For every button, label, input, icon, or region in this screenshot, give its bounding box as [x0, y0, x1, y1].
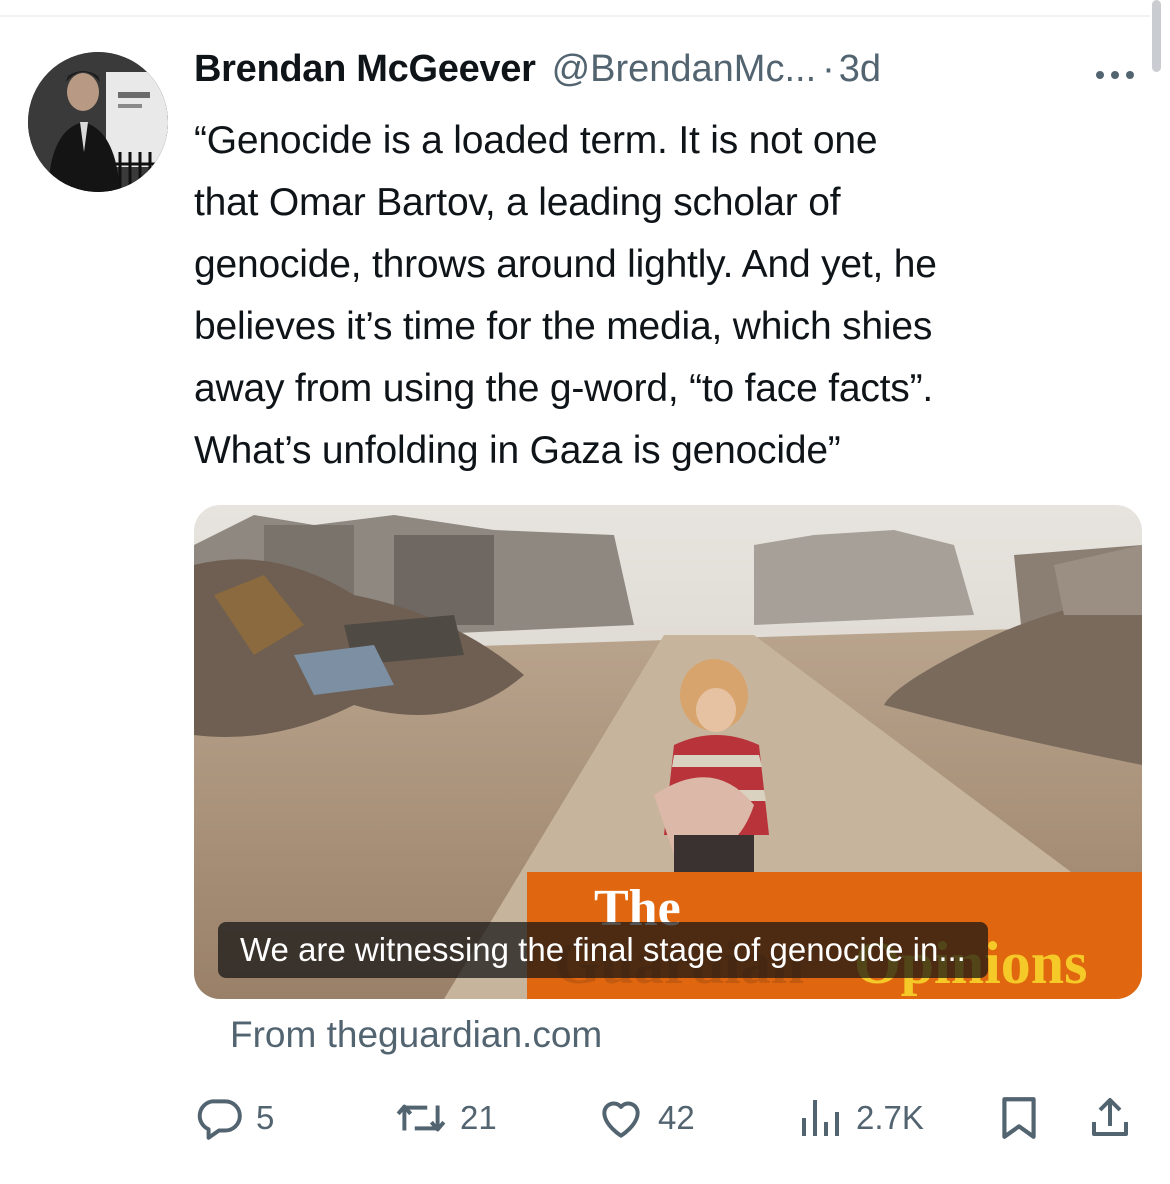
action-bar: 5 21 42 2.7K [0, 1090, 1170, 1150]
views-count: 2.7K [856, 1099, 924, 1136]
bookmark-icon [996, 1093, 1042, 1143]
reply-button[interactable]: 5 [194, 1090, 274, 1146]
like-icon [596, 1093, 646, 1143]
tweet-text-line: “Genocide is a loaded term. It is not on… [194, 119, 878, 162]
tweet-text-line: genocide, throws around lightly. And yet… [194, 243, 937, 286]
tweet-header: Brendan McGeever @BrendanMc... · 3d [194, 48, 881, 104]
repost-count: 21 [460, 1099, 497, 1136]
author-handle[interactable]: @BrendanMc... [552, 48, 817, 91]
reply-count: 5 [256, 1099, 275, 1136]
share-icon [1086, 1093, 1134, 1143]
views-icon [796, 1093, 844, 1143]
author-name[interactable]: Brendan McGeever [194, 48, 536, 91]
tweet-time[interactable]: 3d [839, 48, 881, 91]
repost-icon [394, 1093, 448, 1143]
like-count: 42 [658, 1099, 695, 1136]
share-button[interactable] [1086, 1090, 1134, 1146]
link-card-headline[interactable]: We are witnessing the final stage of gen… [218, 922, 988, 978]
tweet-text: “Genocide is a loaded term. It is not on… [194, 110, 1154, 482]
link-source[interactable]: From theguardian.com [230, 1014, 602, 1056]
repost-button[interactable]: 21 [394, 1090, 497, 1146]
tweet-text-line: What’s unfolding in Gaza is genocide” [194, 429, 841, 472]
tweet-text-line: believes it’s time for the media, which … [194, 305, 933, 348]
like-button[interactable]: 42 [596, 1090, 695, 1146]
tweet-text-line: away from using the g-word, “to face fac… [194, 367, 933, 410]
bookmark-button[interactable] [996, 1090, 1042, 1146]
more-icon[interactable] [1090, 60, 1140, 90]
reply-icon [194, 1093, 244, 1143]
separator-dot: · [822, 48, 835, 90]
avatar[interactable] [28, 52, 168, 192]
views-button[interactable]: 2.7K [796, 1090, 924, 1146]
top-divider [0, 15, 1150, 17]
tweet-text-line: that Omar Bartov, a leading scholar of [194, 181, 841, 224]
scrollbar[interactable] [1152, 0, 1161, 72]
